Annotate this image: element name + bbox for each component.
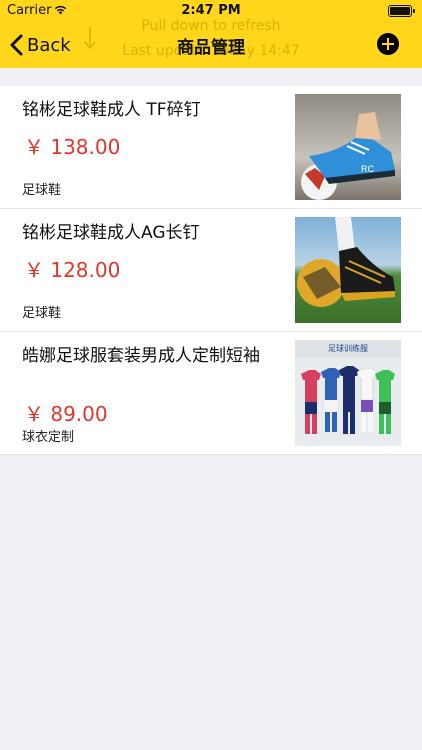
product-category: 足球鞋 xyxy=(22,183,62,198)
add-product-button[interactable] xyxy=(377,33,399,55)
header: Carrier 2:47 PM Pull down to refresh Las… xyxy=(0,0,422,68)
product-row[interactable]: 铭彬足球鞋成人AG长钉 ￥ 128.00 足球鞋 xyxy=(0,209,422,332)
product-row[interactable]: 皓娜足球服套装男成人定制短袖 ￥ 89.00 球衣定制 足球训练服 xyxy=(0,332,422,455)
jersey-banner: 足球训练服 xyxy=(328,343,368,353)
page-title: 商品管理 xyxy=(177,38,245,58)
product-category: 球衣定制 xyxy=(22,430,75,445)
product-name: 铭彬足球鞋成人 TF碎钉 xyxy=(22,100,201,120)
product-category: 足球鞋 xyxy=(22,306,62,321)
product-image-blue-soccer-shoe: RC xyxy=(295,94,401,200)
product-image-soccer-jerseys: 足球训练服 xyxy=(295,340,401,446)
product-price: ￥ 138.00 xyxy=(24,135,121,159)
product-image-black-soccer-shoe xyxy=(295,217,401,323)
product-price: ￥ 128.00 xyxy=(24,258,121,282)
product-price: ￥ 89.00 xyxy=(24,402,108,426)
product-name: 皓娜足球服套装男成人定制短袖 xyxy=(22,346,260,366)
product-name: 铭彬足球鞋成人AG长钉 xyxy=(22,223,200,243)
product-list: 铭彬足球鞋成人 TF碎钉 ￥ 138.00 足球鞋 RC 铭彬足球鞋成人AG长钉… xyxy=(0,86,422,455)
product-row[interactable]: 铭彬足球鞋成人 TF碎钉 ￥ 138.00 足球鞋 RC xyxy=(0,86,422,209)
shoe-logo-text: RC xyxy=(361,164,374,174)
